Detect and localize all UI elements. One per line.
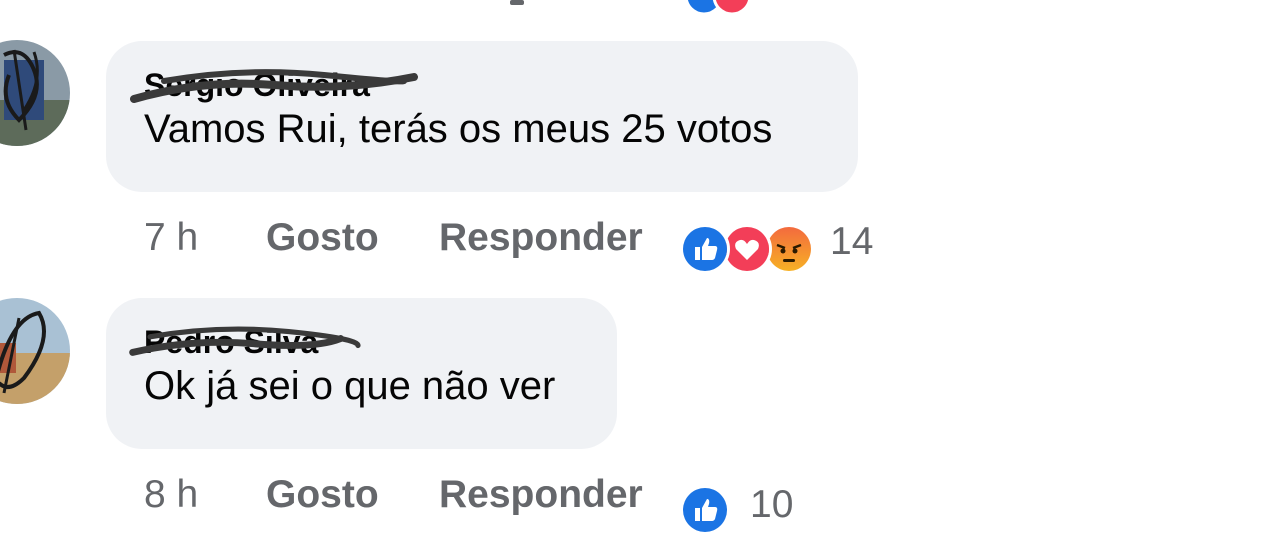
comment-author[interactable]: Pedro Silva xyxy=(129,322,361,362)
comment-text: Vamos Rui, terás os meus 25 votos xyxy=(144,107,773,151)
previous-reaction-count[interactable]: 13 xyxy=(786,0,828,9)
like-button[interactable]: Gosto xyxy=(266,214,379,262)
timestamp[interactable]: 7 h xyxy=(144,214,198,262)
previous-comment-fragment: 13 xyxy=(0,0,1280,14)
comment-bubble: Pedro Silva Ok já sei o que não ver xyxy=(106,298,617,449)
reply-button[interactable]: Responder xyxy=(439,471,643,519)
comment-bubble: Sergio Oliveira Vamos Rui, terás os meus… xyxy=(106,41,858,192)
author-name[interactable]: Sergio Oliveira xyxy=(144,67,370,103)
like-icon xyxy=(680,224,730,274)
like-icon xyxy=(680,485,730,535)
previous-reactions[interactable] xyxy=(684,0,774,14)
author-name[interactable]: Pedro Silva xyxy=(144,324,318,360)
like-button[interactable]: Gosto xyxy=(266,471,379,519)
reply-button[interactable]: Responder xyxy=(439,214,643,262)
avatar[interactable] xyxy=(0,40,70,146)
avatar[interactable] xyxy=(0,298,70,404)
reaction-count: 14 xyxy=(830,220,874,263)
comment-text: Ok já sei o que não ver xyxy=(144,364,556,408)
comment-author[interactable]: Sergio Oliveira xyxy=(130,65,418,105)
timestamp[interactable]: 8 h xyxy=(144,471,198,519)
reaction-count: 10 xyxy=(750,483,794,526)
previous-meta-fragment xyxy=(510,0,524,5)
